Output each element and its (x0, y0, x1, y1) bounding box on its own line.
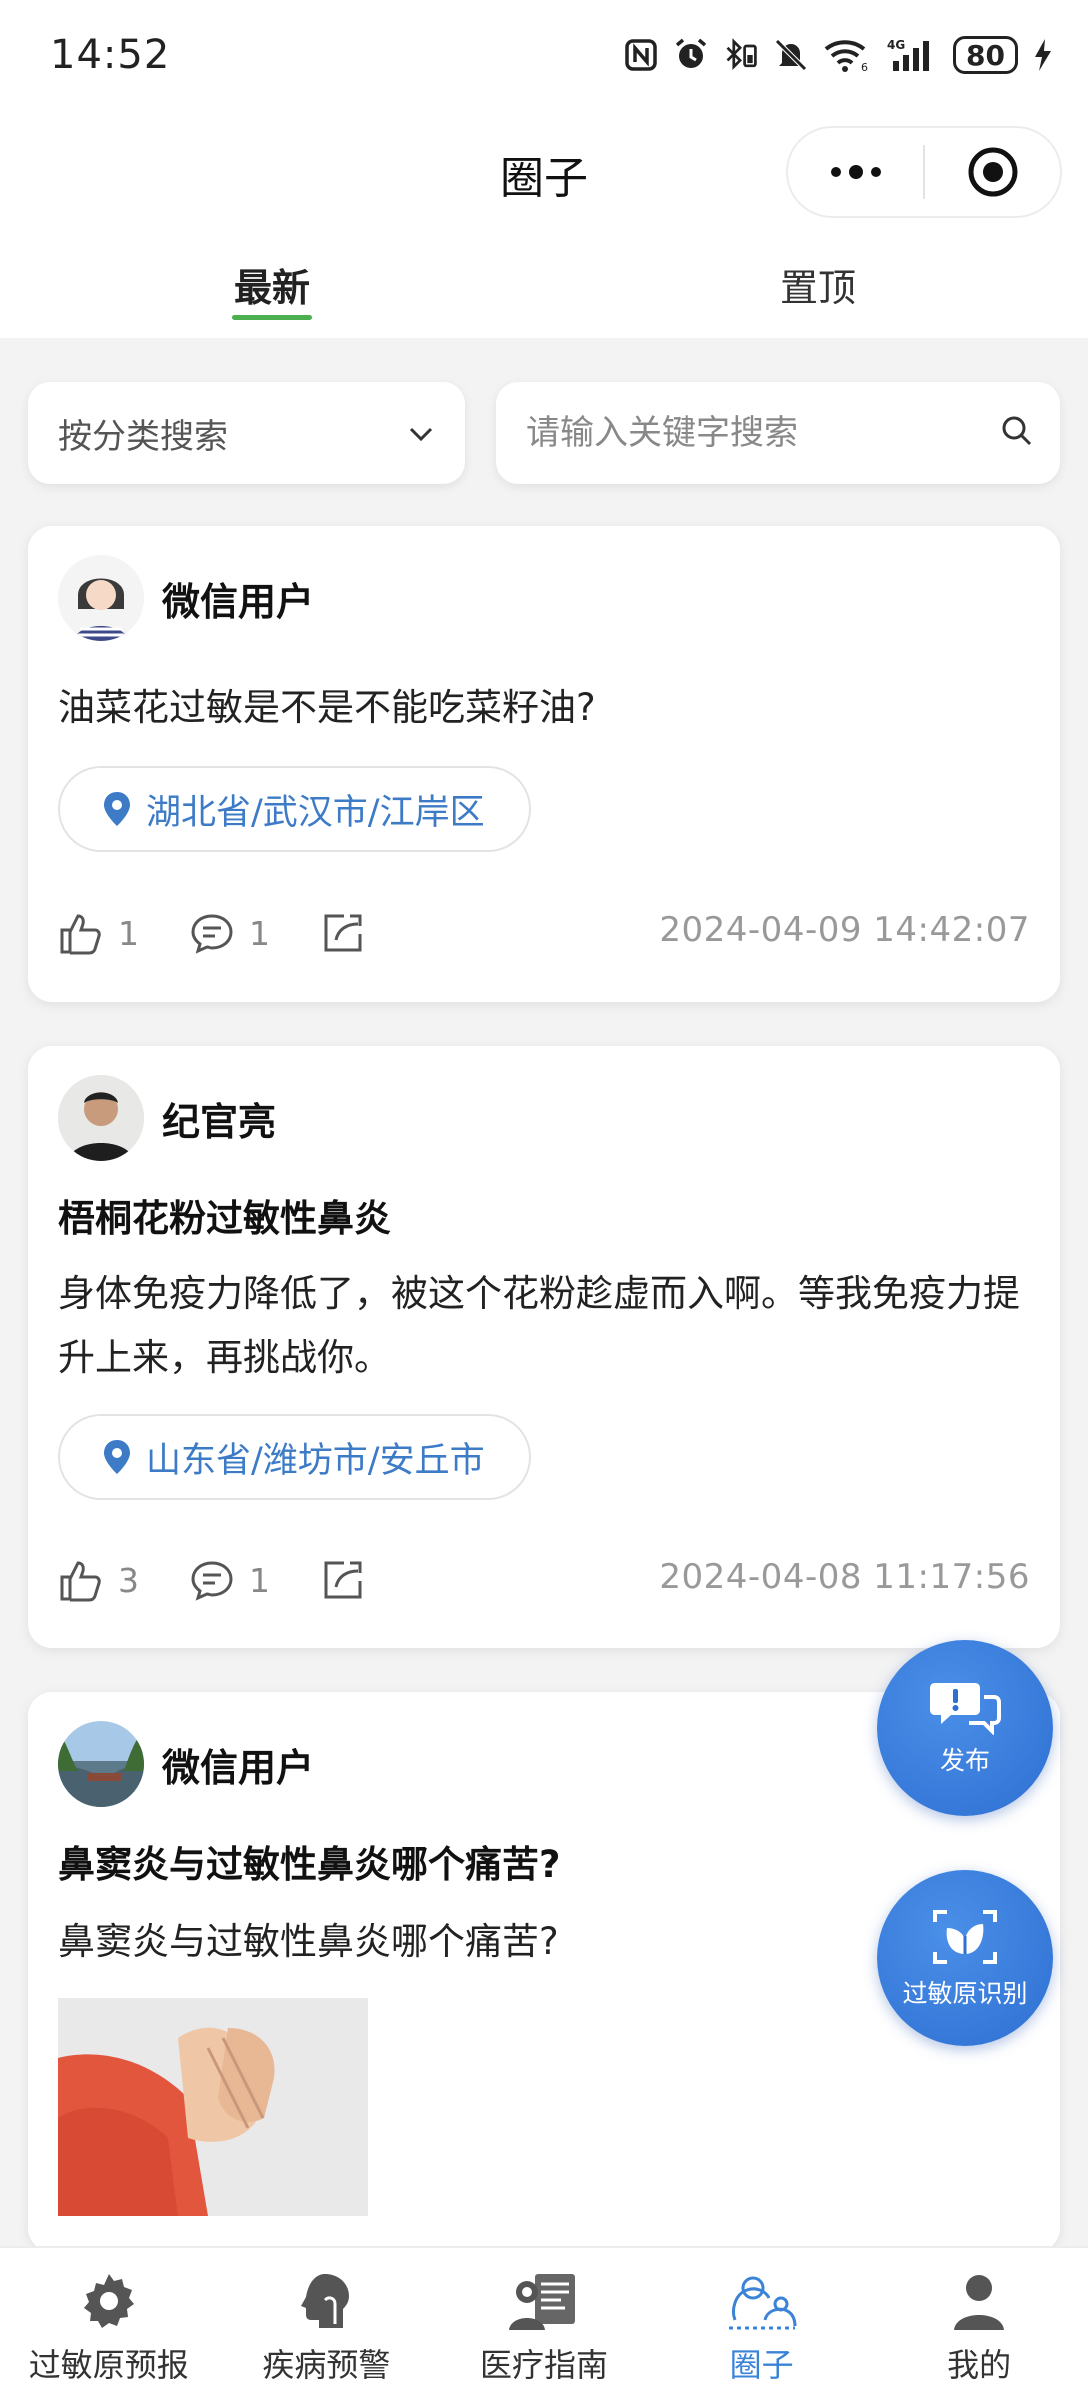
bottom-nav-community[interactable]: 圈子 (653, 2248, 871, 2400)
charging-icon (1032, 37, 1054, 73)
miniprogram-capsule (786, 126, 1062, 218)
like-button[interactable]: 1 (58, 910, 139, 956)
avatar[interactable] (58, 1721, 144, 1807)
category-select[interactable]: 按分类搜索 (28, 382, 465, 484)
post-title: 鼻窦炎与过敏性鼻炎哪个痛苦? (58, 1843, 561, 1886)
share-button[interactable] (320, 910, 380, 956)
like-count: 3 (118, 1560, 139, 1600)
author-name[interactable]: 纪官亮 (162, 1091, 276, 1146)
post-body: 身体免疫力降低了，被这个花粉趁虚而入啊。等我免疫力提升上来，再挑战你。 (58, 1272, 1020, 1379)
tab-bar: 最新 置顶 (0, 235, 1088, 338)
status-time: 14:52 (50, 32, 171, 78)
location-pill[interactable]: 山东省/潍坊市/安丘市 (58, 1414, 531, 1500)
location-text: 湖北省/武汉市/江岸区 (146, 792, 485, 833)
bottom-nav-mine[interactable]: 我的 (870, 2248, 1088, 2400)
comment-icon (191, 1561, 233, 1601)
svg-text:6: 6 (861, 61, 868, 73)
head-profile-icon (301, 2274, 350, 2328)
bottom-navigation: 过敏原预报 疾病预警 医疗指南 圈子 我的 (0, 2246, 1088, 2400)
status-icons: 6 4G 80 (623, 36, 1054, 74)
status-bar: 14:52 6 4G 80 (0, 0, 1088, 110)
post-title: 梧桐花粉过敏性鼻炎 (58, 1197, 391, 1240)
post-timestamp: 2024-04-09 14:42:07 (659, 910, 1030, 950)
comment-count: 1 (249, 1560, 270, 1600)
location-pin-icon (102, 1438, 132, 1476)
search-input[interactable] (526, 413, 966, 453)
post-card[interactable]: 纪官亮 梧桐花粉过敏性鼻炎 身体免疫力降低了，被这个花粉趁虚而入啊。等我免疫力提… (28, 1046, 1060, 1648)
user-icon (954, 2275, 1005, 2330)
avatar[interactable] (58, 555, 144, 641)
tab-active-underline (232, 315, 312, 320)
share-button[interactable] (320, 1557, 380, 1603)
category-select-label: 按分类搜索 (58, 416, 228, 457)
location-pin-icon (102, 790, 132, 828)
publish-button[interactable]: 发布 (877, 1640, 1053, 1816)
bottom-nav-label: 我的 (947, 2346, 1012, 2384)
signal-4g-icon: 4G (887, 37, 939, 73)
author-name[interactable]: 微信用户 (162, 571, 314, 626)
bottom-nav-label: 医疗指南 (479, 2346, 608, 2384)
thumbs-up-icon (60, 914, 101, 955)
author-name[interactable]: 微信用户 (162, 1737, 314, 1792)
search-icon[interactable] (1000, 414, 1034, 452)
bottom-nav-label: 圈子 (729, 2346, 794, 2384)
alarm-icon (673, 37, 709, 73)
location-pill[interactable]: 湖北省/武汉市/江岸区 (58, 766, 531, 852)
leaf-scan-icon (933, 1910, 997, 1964)
post-header: 微信用户 (58, 1720, 314, 1808)
community-icon (728, 2276, 797, 2330)
bottom-nav-label: 过敏原预报 (28, 2346, 189, 2384)
bluetooth-icon (723, 37, 759, 73)
allergen-identify-label: 过敏原识别 (902, 1979, 1028, 2008)
search-field[interactable] (496, 382, 1060, 484)
location-text: 山东省/潍坊市/安丘市 (146, 1440, 485, 1481)
svg-text:4G: 4G (887, 38, 905, 52)
bottom-nav-medical-guide[interactable]: 医疗指南 (435, 2248, 653, 2400)
post-actions: 3 1 (58, 1555, 430, 1605)
bottom-nav-disease-warning[interactable]: 疾病预警 (218, 2248, 436, 2400)
battery-indicator: 80 (953, 36, 1018, 74)
bottom-nav-allergen-forecast[interactable]: 过敏原预报 (0, 2248, 218, 2400)
nfc-icon (623, 37, 659, 73)
doctor-icon (508, 2274, 575, 2330)
tab-latest[interactable]: 最新 (172, 257, 372, 312)
more-dots-icon[interactable] (788, 128, 923, 216)
wifi-icon: 6 (823, 37, 873, 73)
search-row: 按分类搜索 (28, 382, 1060, 484)
like-button[interactable]: 3 (58, 1557, 139, 1603)
publish-label: 发布 (939, 1746, 990, 1775)
comment-button[interactable]: 1 (189, 1557, 270, 1603)
thumbs-up-icon (60, 1561, 101, 1602)
mute-icon (773, 37, 809, 73)
post-header: 微信用户 (58, 554, 314, 642)
chat-alert-icon (930, 1683, 1001, 1735)
tab-pinned[interactable]: 置顶 (718, 257, 918, 312)
post-image[interactable] (58, 1998, 368, 2216)
post-timestamp: 2024-04-08 11:17:56 (659, 1557, 1030, 1597)
target-circle-icon[interactable] (925, 128, 1060, 216)
comment-icon (191, 914, 233, 954)
share-icon (324, 1561, 362, 1599)
post-body: 油菜花过敏是不是不能吃菜籽油? (58, 686, 596, 729)
avatar[interactable] (58, 1075, 144, 1161)
bottom-nav-label: 疾病预警 (262, 2346, 391, 2384)
post-actions: 1 1 (58, 908, 430, 958)
chevron-down-icon (407, 413, 435, 453)
post-header: 纪官亮 (58, 1074, 276, 1162)
navigation-bar: 圈子 (0, 110, 1088, 235)
allergen-identify-button[interactable]: 过敏原识别 (877, 1870, 1053, 2046)
comment-button[interactable]: 1 (189, 910, 270, 956)
comment-count: 1 (249, 913, 270, 953)
share-icon (324, 914, 362, 952)
like-count: 1 (118, 913, 139, 953)
post-card[interactable]: 微信用户 油菜花过敏是不是不能吃菜籽油? 湖北省/武汉市/江岸区 1 1 202… (28, 526, 1060, 1002)
gear-icon (83, 2274, 134, 2328)
